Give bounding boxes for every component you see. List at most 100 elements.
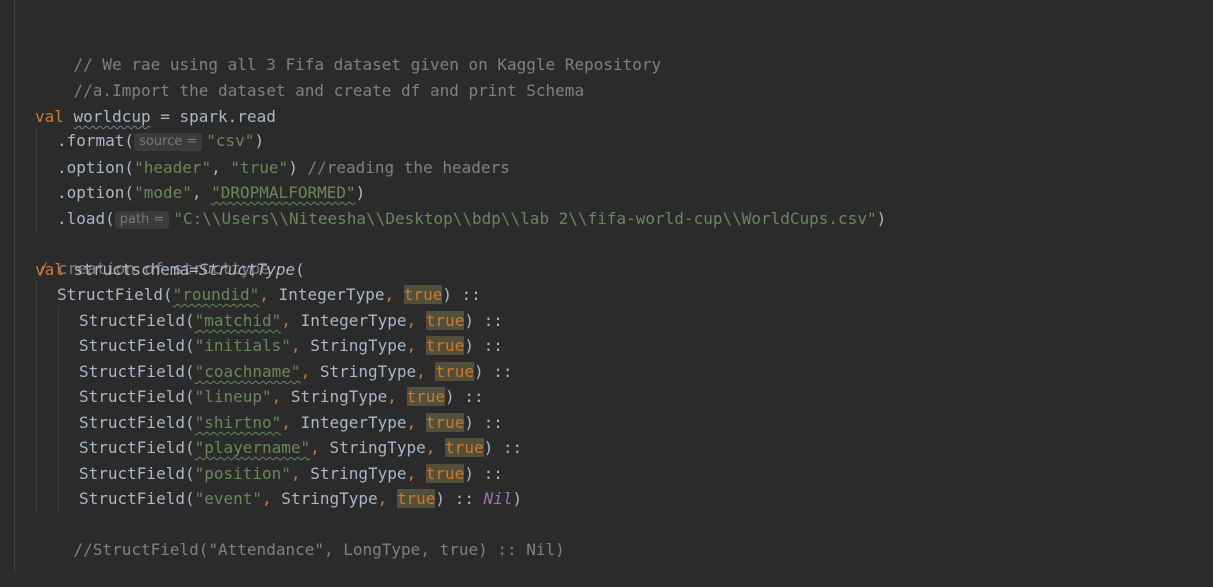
field-type: IntegerType [300, 311, 407, 330]
nil-keyword: Nil [483, 489, 513, 508]
nullable-flag: true [406, 387, 446, 406]
code-text: structschema= [63, 260, 199, 279]
nullable-flag: true [425, 336, 465, 355]
structfield-line[interactable]: StructField("shirtno", IntegerType, true… [79, 410, 503, 435]
structfield-call: StructField( [79, 362, 195, 381]
indent-guide [58, 306, 59, 512]
structfield-call: StructField( [79, 413, 195, 432]
structfield-call: StructField( [79, 438, 195, 457]
code-text: ) :: [435, 489, 484, 508]
separator: , [425, 438, 446, 457]
comment-text: //StructField("Attendance", LongType, tr… [73, 540, 565, 559]
separator: , [387, 387, 407, 406]
field-type: StringType [310, 464, 407, 483]
code-text: .option( [57, 158, 135, 177]
field-name: "playername" [194, 438, 311, 457]
separator: , [406, 413, 426, 432]
code-editor[interactable]: // We rae using all 3 Fifa dataset given… [0, 0, 1213, 573]
separator: , [406, 336, 426, 355]
code-text: ) [288, 158, 308, 177]
code-text: ) :: [442, 285, 481, 304]
nullable-flag: true [425, 311, 465, 330]
code-text: = spark.read [150, 107, 276, 126]
code-text: ) [512, 489, 523, 508]
nullable-flag: true [435, 362, 474, 381]
structfield-line[interactable]: StructField("event", StringType, true) :… [79, 486, 522, 511]
field-type: IntegerType [278, 285, 385, 304]
separator: , [262, 489, 282, 508]
indent-guide [36, 280, 37, 512]
keyword-val: val [35, 107, 64, 126]
type-structtype: StructType [198, 260, 296, 279]
separator: , [384, 285, 404, 304]
separator: , [290, 464, 311, 483]
parameter-hint: path = [114, 211, 170, 229]
code-line-20[interactable]: //StructField("Attendance", LongType, tr… [35, 512, 565, 559]
separator: , [406, 311, 426, 330]
separator: , [259, 285, 279, 304]
code-text: ) :: [483, 438, 523, 457]
code-text: , [191, 183, 212, 202]
structfield-line[interactable]: StructField("roundid", IntegerType, true… [57, 282, 481, 307]
keyword-val: val [35, 260, 64, 279]
code-text: ) :: [464, 464, 503, 483]
field-name: "shirtno" [194, 413, 282, 432]
code-line-5[interactable]: .format(source = "csv") [57, 128, 264, 153]
parameter-hint: source = [134, 133, 203, 151]
code-text: ) [254, 131, 265, 150]
separator: , [416, 362, 436, 381]
separator: , [290, 336, 311, 355]
code-line-1[interactable]: // We rae using all 3 Fifa dataset given… [35, 27, 662, 74]
separator: , [377, 489, 397, 508]
separator: , [300, 362, 320, 381]
code-text: ) [355, 183, 366, 202]
comment-text: //reading the headers [307, 158, 510, 177]
string-literal: "C:\\Users\\Niteesha\\Desktop\\bdp\\lab … [173, 209, 877, 228]
nullable-flag: true [403, 285, 443, 304]
code-line-6[interactable]: .option("header", "true") //reading the … [57, 155, 510, 180]
field-type: StringType [310, 336, 407, 355]
code-text: ) [876, 209, 887, 228]
string-literal: "header" [134, 158, 212, 177]
structfield-call: StructField( [79, 311, 195, 330]
separator: , [281, 311, 301, 330]
separator: , [271, 387, 291, 406]
code-line-2[interactable]: //a.Import the dataset and create df and… [35, 53, 585, 100]
code-text: ) :: [445, 387, 484, 406]
string-literal: "csv" [206, 131, 255, 150]
structfield-call: StructField( [79, 387, 195, 406]
code-line-8[interactable]: .load(path = "C:\\Users\\Niteesha\\Deskto… [57, 206, 886, 231]
structfield-line[interactable]: StructField("initials", StringType, true… [79, 333, 503, 358]
code-line-9[interactable]: / creation of structtype [0, 231, 270, 278]
structfield-line[interactable]: StructField("playername", StringType, tr… [79, 435, 522, 460]
string-literal: "DROPMALFORMED" [211, 183, 356, 202]
structfield-line[interactable]: StructField("matchid", IntegerType, true… [79, 308, 503, 333]
string-literal: "mode" [134, 183, 192, 202]
structfield-line[interactable]: StructField("lineup", StringType, true) … [79, 384, 484, 409]
structfield-call: StructField( [57, 285, 173, 304]
identifier-worldcup: worldcup [73, 107, 151, 126]
field-type: IntegerType [300, 413, 407, 432]
structfield-call: StructField( [79, 464, 195, 483]
structfield-call: StructField( [79, 489, 195, 508]
field-name: "initials" [194, 336, 291, 355]
code-text: .format( [57, 131, 135, 150]
code-text: .option( [57, 183, 135, 202]
field-name: "lineup" [194, 387, 272, 406]
code-text: , [211, 158, 231, 177]
code-text: ) :: [473, 362, 513, 381]
separator: , [310, 438, 330, 457]
field-name: "roundid" [172, 285, 260, 304]
structfield-line[interactable]: StructField("position", StringType, true… [79, 461, 503, 486]
field-type: StringType [319, 362, 417, 381]
code-line-4[interactable]: val worldcup = spark.read [35, 104, 276, 129]
structfield-line[interactable]: StructField("coachname", StringType, tru… [79, 359, 512, 384]
field-type: StringType [290, 387, 388, 406]
code-line-10[interactable]: val structschema=StructType( [35, 257, 305, 282]
structfield-call: StructField( [79, 336, 195, 355]
nullable-flag: true [425, 464, 465, 483]
indent-guide [36, 128, 37, 232]
code-line-7[interactable]: .option("mode", "DROPMALFORMED") [57, 180, 365, 205]
field-name: "event" [194, 489, 263, 508]
comment-text: //a.Import the dataset and create df and… [73, 81, 585, 100]
